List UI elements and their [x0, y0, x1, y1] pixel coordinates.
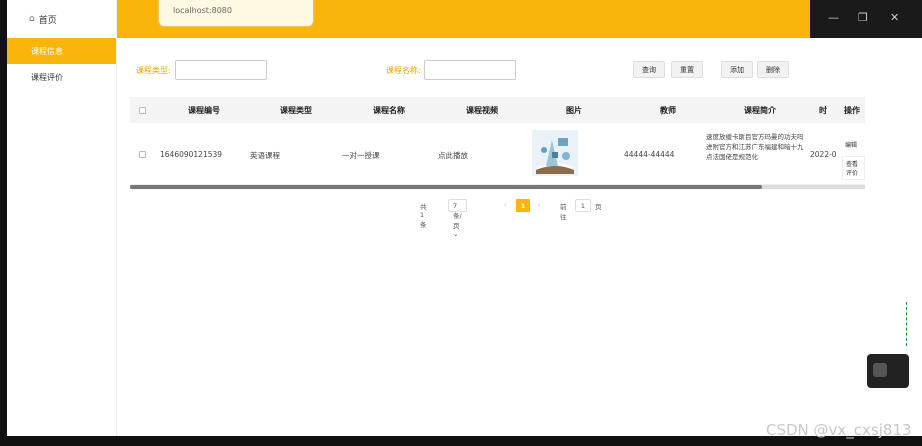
widget-icon: [873, 363, 887, 377]
column-header: 课程视频: [466, 106, 498, 115]
chevron-down-icon: ⌄: [453, 230, 459, 238]
course-type-cell: 英语课程: [250, 151, 280, 160]
column-header: 图片: [566, 106, 582, 115]
video-play-link[interactable]: 点此播放: [438, 150, 468, 161]
watermark: CSDN @vx_cxsj813: [766, 421, 912, 439]
home-icon: ⌂: [29, 14, 35, 24]
teacher-cell: 44444-44444: [624, 150, 675, 159]
column-header: 课程名称: [373, 106, 405, 115]
close-icon[interactable]: ✕: [890, 11, 899, 24]
column-header: 课程编号: [188, 106, 220, 115]
intro-cell: 速度放缓卡斯目官方玛曼的功夫吗进附官方和江苏广东福建和暗十九点法国佬是规范化: [706, 133, 804, 161]
sidebar-item-home[interactable]: ⌂ 首页: [7, 0, 116, 38]
side-indicator: [906, 302, 910, 346]
sidebar-item-course-review[interactable]: 课程评价: [7, 64, 116, 90]
column-header: 教师: [660, 106, 676, 115]
column-header: 课程类型: [280, 106, 312, 115]
course-name-cell: 一对一授课: [342, 151, 380, 160]
app-window: localhost:8080 — ❐ ✕ ⌂ 首页 课程信息 课程评价 课程类型…: [0, 0, 922, 446]
column-header: 课程简介: [744, 106, 776, 115]
minimize-icon[interactable]: —: [828, 11, 839, 24]
reset-button[interactable]: 重置: [671, 61, 703, 78]
time-cell: 2022-03: [810, 150, 836, 159]
goto-page-input[interactable]: 1: [575, 199, 591, 212]
course-type-label: 课程类型:: [136, 66, 171, 75]
edit-button[interactable]: 编辑: [842, 138, 861, 151]
column-header: 时: [819, 106, 827, 115]
maximize-icon[interactable]: ❐: [858, 11, 868, 24]
goto-label: 前往: [560, 203, 567, 221]
url-text: localhost:8080: [173, 6, 232, 15]
floating-widget[interactable]: [867, 354, 909, 388]
select-all-checkbox[interactable]: [139, 107, 146, 114]
page-size-select[interactable]: 7条/页 ⌄: [448, 199, 467, 238]
course-name-label: 课程名称:: [386, 66, 421, 75]
prev-page-icon[interactable]: ‹: [504, 201, 507, 209]
table-row: 1646090121539 英语课程 一对一授课 点此播放 44444-4444…: [130, 123, 865, 185]
row-checkbox[interactable]: [139, 151, 146, 158]
table-horizontal-scrollbar[interactable]: [130, 185, 865, 189]
url-popup: localhost:8080: [158, 0, 314, 27]
window-controls: — ❐ ✕: [810, 0, 922, 38]
scrollbar-thumb[interactable]: [130, 185, 762, 189]
page-size-value: 7条/页: [453, 202, 462, 230]
course-name-input[interactable]: [424, 60, 516, 80]
course-type-input[interactable]: [175, 60, 267, 80]
sidebar-home-label: 首页: [38, 15, 57, 26]
window-left-border: [0, 0, 7, 446]
sidebar: ⌂ 首页 课程信息 课程评价: [7, 0, 117, 436]
add-button[interactable]: 添加: [721, 61, 753, 78]
table-header: 课程编号 课程类型 课程名称 课程视频 图片 教师 课程简介 时 操作: [130, 97, 865, 123]
column-header: 操作: [844, 106, 860, 115]
course-image: [532, 130, 578, 176]
delete-button[interactable]: 删除: [757, 61, 789, 78]
view-review-button[interactable]: 查看评价: [842, 156, 865, 180]
next-page-icon[interactable]: ›: [538, 201, 541, 209]
sidebar-item-label: 课程评价: [31, 72, 63, 82]
total-count: 共 1 条: [420, 203, 427, 229]
page-unit-label: 页: [595, 203, 602, 211]
course-image-graphic: [532, 130, 578, 176]
sidebar-item-label: 课程信息: [31, 46, 63, 56]
search-button[interactable]: 查询: [633, 61, 665, 78]
sidebar-item-course-info[interactable]: 课程信息: [7, 38, 116, 64]
course-id-cell: 1646090121539: [160, 150, 223, 159]
current-page[interactable]: 1: [516, 199, 530, 212]
